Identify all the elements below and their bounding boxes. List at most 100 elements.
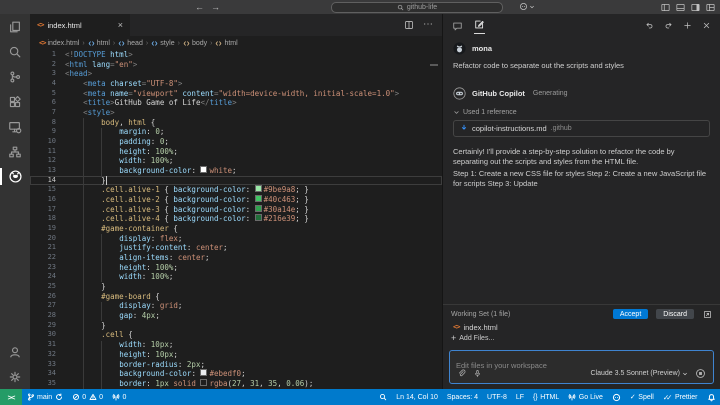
code-line[interactable]: 34 background-color: #ebedf0; xyxy=(30,369,442,379)
code-line[interactable]: 29 } xyxy=(30,321,442,331)
line-number: 21 xyxy=(47,243,56,252)
remote-indicator[interactable]: >< xyxy=(0,389,22,405)
code-line[interactable]: 30 .cell { xyxy=(30,330,442,340)
sidebar-item-search[interactable] xyxy=(0,39,30,64)
go-live-button[interactable]: Go Live xyxy=(564,389,608,405)
code-line[interactable]: 9 margin: 0; xyxy=(30,127,442,137)
code-line[interactable]: 27 display: grid; xyxy=(30,301,442,311)
toggle-sidebar-icon[interactable] xyxy=(661,3,670,12)
ports-indicator[interactable]: 0 xyxy=(108,389,131,405)
redo-edits-icon[interactable] xyxy=(664,21,673,30)
command-center-search[interactable]: github-life xyxy=(331,2,503,13)
code-line[interactable]: 2 <html lang="en"> xyxy=(30,60,442,70)
code-line[interactable]: 14 } xyxy=(30,176,442,186)
code-line[interactable]: 32 height: 10px; xyxy=(30,350,442,360)
code-line[interactable]: 22 align-items: center; xyxy=(30,253,442,263)
close-tab-icon[interactable]: × xyxy=(118,20,123,30)
split-editor-icon[interactable] xyxy=(404,20,414,30)
code-line[interactable]: 17 .cell.alive-3 { background-color: #30… xyxy=(30,204,442,215)
code-line[interactable]: 33 border-radius: 2px; xyxy=(30,360,442,370)
code-line[interactable]: 26 #game-board { xyxy=(30,292,442,302)
problems-indicator[interactable]: 0 0 xyxy=(67,389,107,405)
code-line[interactable]: 3 <head> xyxy=(30,69,442,79)
copilot-edits-view-icon[interactable] xyxy=(474,16,485,34)
line-number: 29 xyxy=(47,320,56,329)
chat-input-box[interactable]: Claude 3.5 Sonnet (Preview) xyxy=(449,350,714,384)
code-line[interactable]: 31 width: 10px; xyxy=(30,340,442,350)
code-line[interactable]: 7 <style> xyxy=(30,108,442,118)
line-number: 9 xyxy=(51,127,56,136)
code-line[interactable]: 21 justify-content: center; xyxy=(30,243,442,253)
reference-item[interactable]: copilot-instructions.md .github xyxy=(453,119,710,137)
breadcrumb-item[interactable]: html xyxy=(215,40,238,47)
discard-button[interactable]: Discard xyxy=(656,309,694,319)
encoding-indicator[interactable]: UTF-8 xyxy=(483,389,512,405)
stop-generating-icon[interactable] xyxy=(695,368,706,379)
more-actions-icon[interactable]: ⋯ xyxy=(423,20,433,30)
code-line[interactable]: 15 .cell.alive-1 { background-color: #9b… xyxy=(30,185,442,195)
add-files-button[interactable]: + Add Files... xyxy=(451,333,712,342)
sidebar-item-account[interactable] xyxy=(0,339,30,364)
code-line[interactable]: 4 <meta charset="UTF-8"> xyxy=(30,79,442,89)
back-button[interactable]: ← xyxy=(195,0,204,14)
undo-edits-icon[interactable] xyxy=(645,21,654,30)
code-line[interactable]: 8 body, html { xyxy=(30,118,442,128)
notifications-bell[interactable] xyxy=(702,389,720,405)
code-line[interactable]: 23 height: 100%; xyxy=(30,263,442,273)
copilot-menu-button[interactable] xyxy=(519,2,535,11)
code-line[interactable]: 1 <!DOCTYPE html> xyxy=(30,50,442,60)
sidebar-item-source-control[interactable] xyxy=(0,64,30,89)
new-session-icon[interactable] xyxy=(683,21,692,30)
code-line[interactable]: 19 #game-container { xyxy=(30,224,442,234)
sidebar-item-remote-explorer[interactable] xyxy=(0,114,30,139)
sidebar-item-explorer[interactable] xyxy=(0,14,30,39)
cursor-position[interactable]: Ln 14, Col 10 xyxy=(392,389,443,405)
code-line[interactable]: 6 <title>GitHub Game of Life</title> xyxy=(30,98,442,108)
code-line[interactable]: 24 width: 100%; xyxy=(30,272,442,282)
toggle-secondary-sidebar-icon[interactable] xyxy=(691,3,700,12)
attach-icon[interactable] xyxy=(457,369,466,378)
code-line[interactable]: 12 width: 100%; xyxy=(30,156,442,166)
chat-view-icon[interactable] xyxy=(452,18,463,32)
toggle-panel-icon[interactable] xyxy=(676,3,685,12)
forward-button[interactable]: → xyxy=(211,0,220,14)
code-line[interactable]: 16 .cell.alive-2 { background-color: #40… xyxy=(30,195,442,205)
color-swatch xyxy=(254,204,262,212)
code-line[interactable]: 28 gap: 4px; xyxy=(30,311,442,321)
used-references-toggle[interactable]: Used 1 reference xyxy=(453,109,710,116)
breadcrumb-item[interactable]: head xyxy=(118,40,143,47)
breadcrumb-item[interactable]: <> index.html xyxy=(39,39,79,47)
code-line[interactable]: 11 height: 100%; xyxy=(30,147,442,157)
working-set-file[interactable]: <> index.html xyxy=(451,323,712,332)
code-line[interactable]: 35 border: 1px solid rgba(27, 31, 35, 0.… xyxy=(30,378,442,389)
sidebar-item-hierarchy[interactable] xyxy=(0,139,30,164)
code-line[interactable]: 13 background-color: white; xyxy=(30,166,442,176)
branch-indicator[interactable]: main xyxy=(22,389,67,405)
customize-layout-icon[interactable] xyxy=(706,3,715,12)
code-line[interactable]: 20 display: flex; xyxy=(30,234,442,244)
eol-indicator[interactable]: LF xyxy=(511,389,528,405)
sidebar-item-extensions[interactable] xyxy=(0,89,30,114)
copilot-status[interactable] xyxy=(607,389,625,405)
breadcrumb-item[interactable]: style xyxy=(151,40,175,47)
code-editor[interactable]: 1 <!DOCTYPE html> 2 <html lang="en"> 3 <head>… xyxy=(30,50,442,389)
sidebar-item-settings[interactable] xyxy=(0,364,30,389)
zoom-indicator[interactable] xyxy=(375,389,392,405)
code-line[interactable]: 18 .cell.alive-4 { background-color: #21… xyxy=(30,214,442,224)
sidebar-item-github[interactable] xyxy=(0,164,30,189)
code-line[interactable]: 5 <meta name="viewport" content="width=d… xyxy=(30,89,442,99)
breadcrumb-item[interactable]: body xyxy=(183,40,207,47)
code-line[interactable]: 25 } xyxy=(30,282,442,292)
mic-icon[interactable] xyxy=(473,369,482,378)
accept-button[interactable]: Accept xyxy=(612,309,649,319)
code-line[interactable]: 10 padding: 0; xyxy=(30,137,442,147)
indentation-indicator[interactable]: Spaces: 4 xyxy=(442,389,482,405)
model-selector[interactable]: Claude 3.5 Sonnet (Preview) xyxy=(591,370,689,377)
spell-checker-status[interactable]: ✓ Spell xyxy=(625,389,658,405)
prettier-status[interactable]: ✓✓ Prettier xyxy=(658,389,702,405)
close-panel-icon[interactable] xyxy=(702,21,711,30)
language-mode[interactable]: {} HTML xyxy=(529,389,564,405)
breadcrumb-item[interactable]: html xyxy=(88,40,110,47)
tab-index-html[interactable]: <> index.html × xyxy=(30,14,130,36)
open-changes-icon[interactable] xyxy=(703,310,712,319)
